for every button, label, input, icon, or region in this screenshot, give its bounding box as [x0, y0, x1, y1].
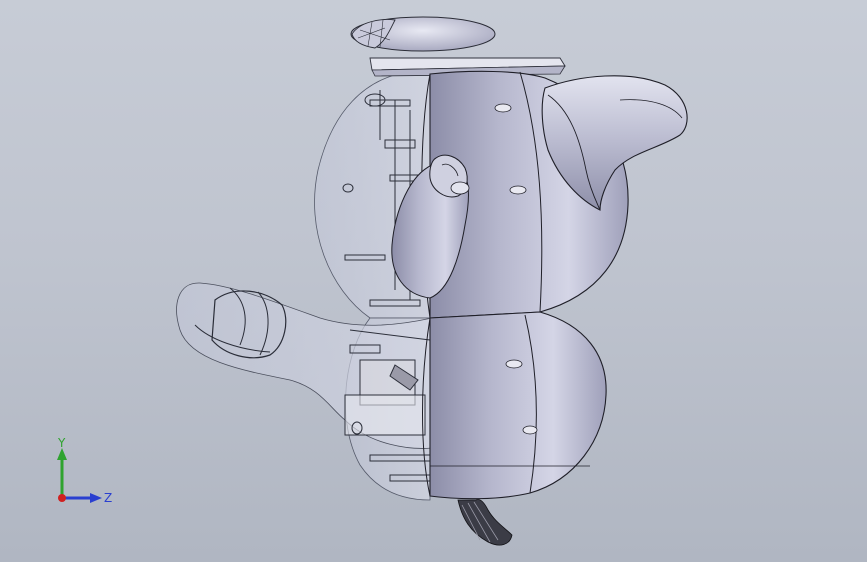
x-axis-origin-icon: [58, 494, 66, 502]
coordinate-triad: Y Z: [57, 436, 112, 505]
lower-body-shell: [422, 311, 607, 500]
cad-model-view[interactable]: [0, 0, 867, 562]
3d-graphics-viewport[interactable]: Y Z: [0, 0, 867, 562]
y-axis-label: Y: [57, 436, 66, 450]
z-axis-label: Z: [104, 491, 112, 505]
bottom-cable: [457, 499, 513, 546]
z-axis-arrow-icon: [90, 493, 102, 503]
top-knob: [350, 16, 496, 52]
